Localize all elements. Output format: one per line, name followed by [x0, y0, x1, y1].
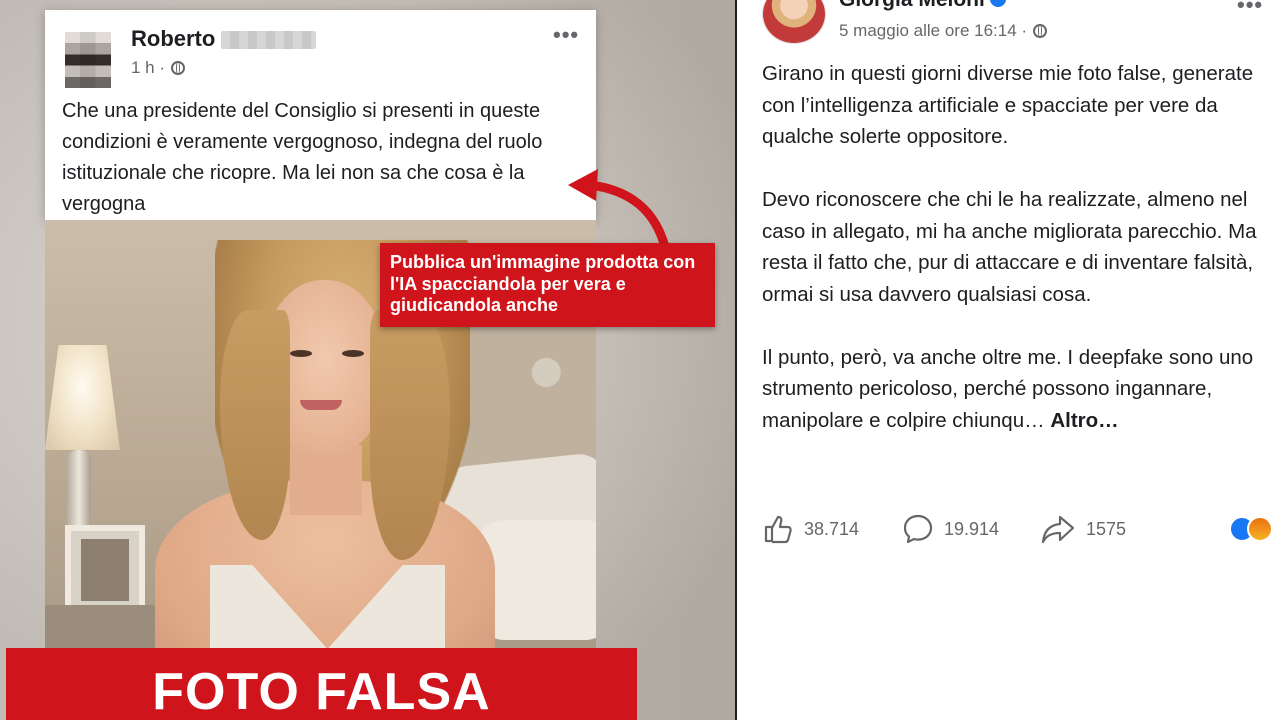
lamp-shade: [45, 345, 120, 450]
eye: [290, 350, 312, 357]
author-name[interactable]: Giorgia Meloni: [839, 0, 985, 12]
post-paragraph: Devo riconoscere che chi le ha realizzat…: [762, 188, 1257, 306]
fake-post-time-label: 1 h ·: [131, 58, 166, 77]
post-date-label: 5 maggio alle ore 16:14 ·: [839, 21, 1028, 40]
fake-post-text: Che una presidente del Consiglio si pres…: [62, 100, 543, 215]
verified-badge-icon: [990, 0, 1006, 7]
share-icon: [1041, 515, 1075, 544]
mouth: [300, 400, 342, 410]
fake-post-time: 1 h ·: [131, 58, 186, 78]
picture-frame: [65, 525, 145, 615]
fake-photo-banner-text: FOTO FALSA: [152, 663, 491, 720]
callout-text: Pubblica un'immagine prodotta con l'IA s…: [390, 252, 696, 315]
warning-callout: Pubblica un'immagine prodotta con l'IA s…: [380, 243, 715, 327]
globe-icon: [171, 61, 186, 75]
fake-post-card: Roberto 1 h · ••• Che una presidente del…: [45, 10, 596, 220]
neck: [290, 445, 362, 515]
comment-count: 19.914: [944, 518, 1000, 539]
comment-button[interactable]: 19.914: [902, 512, 999, 546]
red-arrow-icon: [568, 169, 670, 252]
meloni-post: Giorgia Meloni ••• 5 maggio alle ore 16:…: [737, 0, 1280, 720]
post-paragraph: Il punto, però, va anche oltre me. I dee…: [762, 342, 1280, 437]
post-paragraph-text: Il punto, però, va anche oltre me. I dee…: [762, 345, 1254, 432]
fake-photo-banner: FOTO FALSA: [6, 648, 637, 720]
see-more-link[interactable]: Altro…: [1050, 409, 1118, 432]
post-body: Girano in questi giorni diverse mie foto…: [762, 58, 1280, 468]
blurred-avatar: [65, 32, 111, 88]
author-avatar[interactable]: [763, 0, 825, 43]
angry-reaction-icon: [1247, 516, 1273, 542]
globe-icon: [1033, 24, 1048, 38]
share-button[interactable]: 1575: [1040, 512, 1126, 546]
fake-post-author[interactable]: Roberto: [131, 26, 215, 52]
reactions-summary[interactable]: [1229, 516, 1280, 544]
blurred-surname: [221, 31, 316, 49]
left-panel: Roberto 1 h · ••• Che una presidente del…: [0, 0, 735, 720]
comment-icon: [903, 514, 933, 544]
like-count: 38.714: [804, 518, 860, 539]
share-count: 1575: [1086, 518, 1127, 539]
post-timestamp[interactable]: 5 maggio alle ore 16:14 ·: [839, 21, 1048, 41]
post-paragraph: Girano in questi giorni diverse mie foto…: [762, 62, 1254, 148]
engagement-bar: 38.714 19.914 1575: [762, 512, 1280, 546]
picture-frame-photo: [81, 539, 129, 601]
like-button[interactable]: 38.714: [762, 512, 859, 546]
like-icon: [764, 515, 792, 544]
more-options-icon[interactable]: •••: [553, 22, 579, 48]
eye: [342, 350, 364, 357]
more-options-icon[interactable]: •••: [1237, 0, 1263, 18]
